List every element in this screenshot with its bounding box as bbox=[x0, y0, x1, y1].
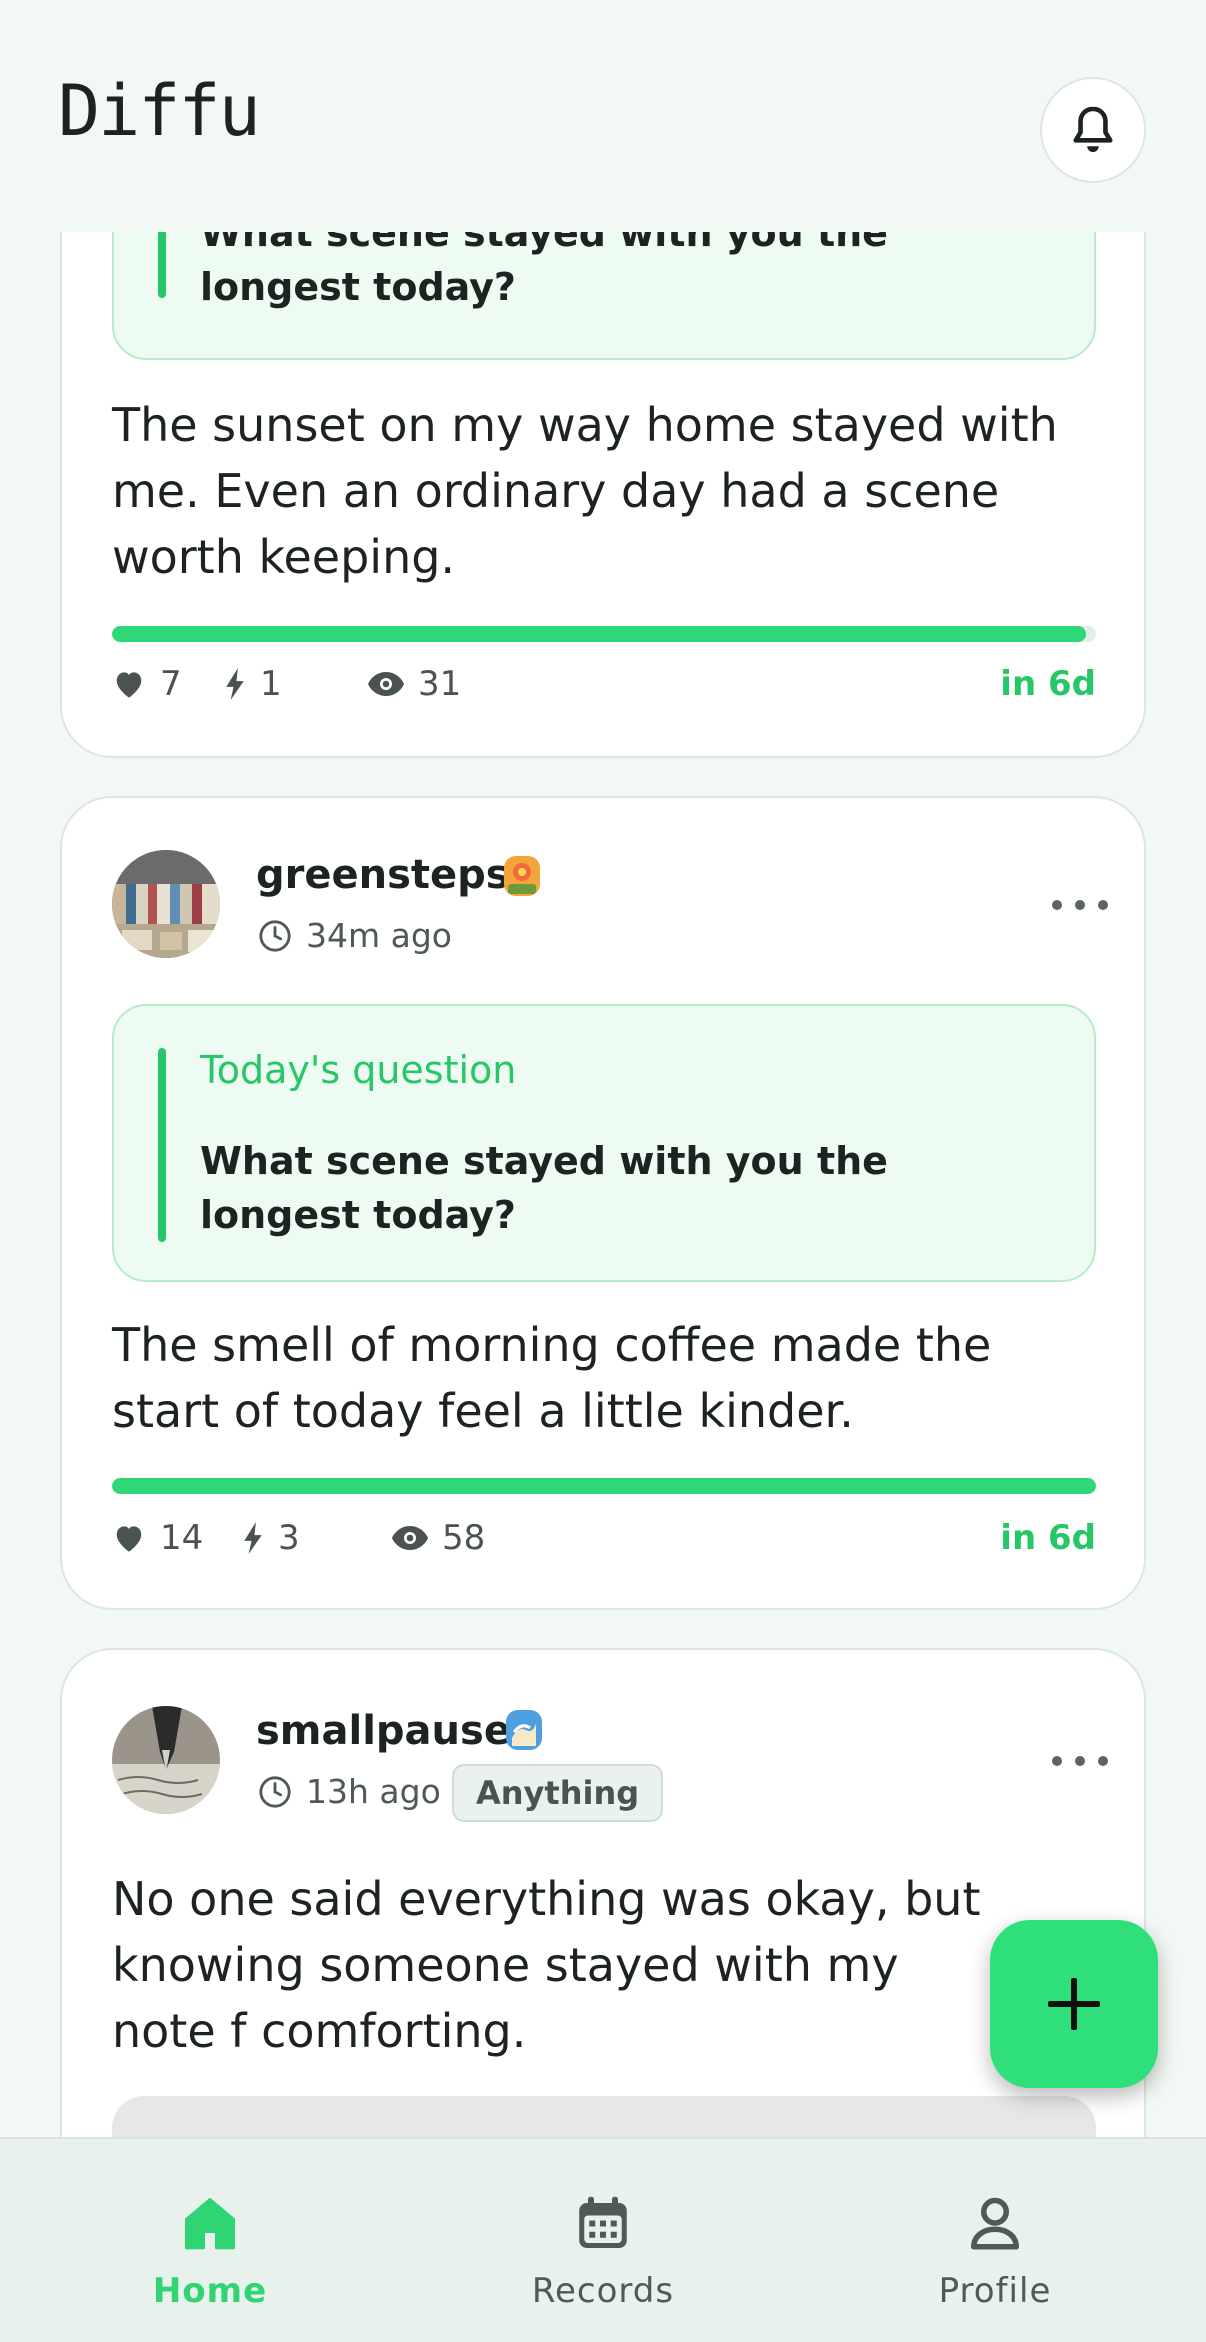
nav-home-label: Home bbox=[152, 2271, 268, 2311]
feed: What scene stayed with you the longest t… bbox=[0, 0, 1206, 2137]
spark-count-value: 1 bbox=[260, 664, 282, 704]
new-post-button[interactable] bbox=[990, 1920, 1158, 2088]
post-time: 13h ago bbox=[258, 1772, 441, 1811]
like-count[interactable]: 7 bbox=[112, 664, 182, 704]
notifications-button[interactable] bbox=[1040, 77, 1146, 183]
expiry-progress-fill bbox=[112, 1478, 1096, 1494]
more-options-button[interactable] bbox=[1052, 890, 1108, 920]
post-card: What scene stayed with you the longest t… bbox=[60, 140, 1146, 758]
time-ago-text: 34m ago bbox=[306, 916, 452, 955]
expiry-progress bbox=[112, 626, 1096, 642]
clock-icon bbox=[259, 1775, 291, 1808]
app-title: Diffu bbox=[58, 70, 261, 152]
more-dot bbox=[1098, 1756, 1108, 1766]
heart-icon bbox=[116, 672, 142, 698]
more-dot bbox=[1052, 1756, 1062, 1766]
post-body: The smell of morning coffee made the sta… bbox=[112, 1318, 992, 1438]
avatar[interactable] bbox=[112, 1706, 220, 1814]
bottom-nav: Home Records Profile bbox=[0, 2137, 1206, 2342]
nav-records-label: Records bbox=[531, 2271, 675, 2311]
post-body: No one said everything was okay, but kno… bbox=[112, 1872, 981, 2058]
lightning-icon bbox=[244, 1522, 262, 1554]
more-options-button[interactable] bbox=[1052, 1746, 1108, 1776]
expiry-label: in 6d bbox=[1000, 1518, 1096, 1558]
nav-records[interactable]: Records bbox=[483, 2139, 723, 2342]
post-time: 34m ago bbox=[258, 916, 452, 955]
spark-count[interactable]: 3 bbox=[242, 1518, 300, 1558]
home-icon bbox=[185, 2198, 235, 2250]
view-count: 58 bbox=[392, 1518, 485, 1558]
like-count[interactable]: 14 bbox=[112, 1518, 203, 1558]
lightning-icon bbox=[226, 668, 244, 700]
username[interactable]: smallpause bbox=[256, 1708, 511, 1754]
eye-icon bbox=[368, 672, 404, 696]
view-count: 31 bbox=[368, 664, 461, 704]
clock-icon bbox=[259, 919, 291, 952]
person-icon bbox=[971, 2197, 1019, 2250]
bookshelf-photo bbox=[112, 850, 220, 958]
question-text: What scene stayed with you the longest t… bbox=[200, 1139, 888, 1237]
question-box: Today's question What scene stayed with … bbox=[112, 1004, 1096, 1282]
eye-icon bbox=[392, 1526, 428, 1550]
calendar-icon bbox=[579, 2196, 627, 2248]
attached-preview[interactable] bbox=[112, 2096, 1096, 2137]
expiry-progress bbox=[112, 1478, 1096, 1494]
wave-badge-icon bbox=[506, 1710, 542, 1750]
more-dot bbox=[1075, 1756, 1085, 1766]
nav-profile-label: Profile bbox=[938, 2271, 1052, 2311]
question-accent-bar bbox=[158, 1048, 166, 1242]
nav-home[interactable]: Home bbox=[90, 2139, 330, 2342]
view-count-value: 58 bbox=[442, 1518, 486, 1558]
spark-count[interactable]: 1 bbox=[224, 664, 282, 704]
more-dot bbox=[1075, 900, 1085, 910]
more-dot bbox=[1098, 900, 1108, 910]
post-body: The sunset on my way home stayed with me… bbox=[112, 398, 1058, 584]
avatar[interactable] bbox=[112, 850, 220, 958]
bell-icon bbox=[1073, 106, 1113, 153]
app-header: Diffu bbox=[0, 0, 1206, 232]
spark-count-value: 3 bbox=[278, 1518, 300, 1558]
post-stats: 7 1 31 in 6d bbox=[112, 664, 1096, 704]
time-ago-text: 13h ago bbox=[306, 1772, 441, 1811]
post-card: greensteps 34m ago Today's question What… bbox=[60, 796, 1146, 1610]
post-card: smallpause 13h ago Anything No one said … bbox=[60, 1648, 1146, 2137]
more-dot bbox=[1052, 900, 1062, 910]
post-stats: 14 3 58 in 6d bbox=[112, 1518, 1096, 1558]
flower-badge-icon bbox=[504, 856, 540, 896]
expiry-progress-fill bbox=[112, 626, 1087, 642]
expiry-label: in 6d bbox=[1000, 664, 1096, 704]
like-count-value: 14 bbox=[160, 1518, 204, 1558]
question-label: Today's question bbox=[200, 1048, 517, 1092]
like-count-value: 7 bbox=[160, 664, 182, 704]
username[interactable]: greensteps bbox=[256, 852, 510, 898]
plus-icon bbox=[1048, 1978, 1100, 2030]
heart-icon bbox=[116, 1526, 142, 1552]
fountain-pen-photo bbox=[112, 1706, 220, 1814]
view-count-value: 31 bbox=[418, 664, 462, 704]
nav-profile[interactable]: Profile bbox=[875, 2139, 1115, 2342]
category-tag: Anything bbox=[452, 1764, 664, 1822]
